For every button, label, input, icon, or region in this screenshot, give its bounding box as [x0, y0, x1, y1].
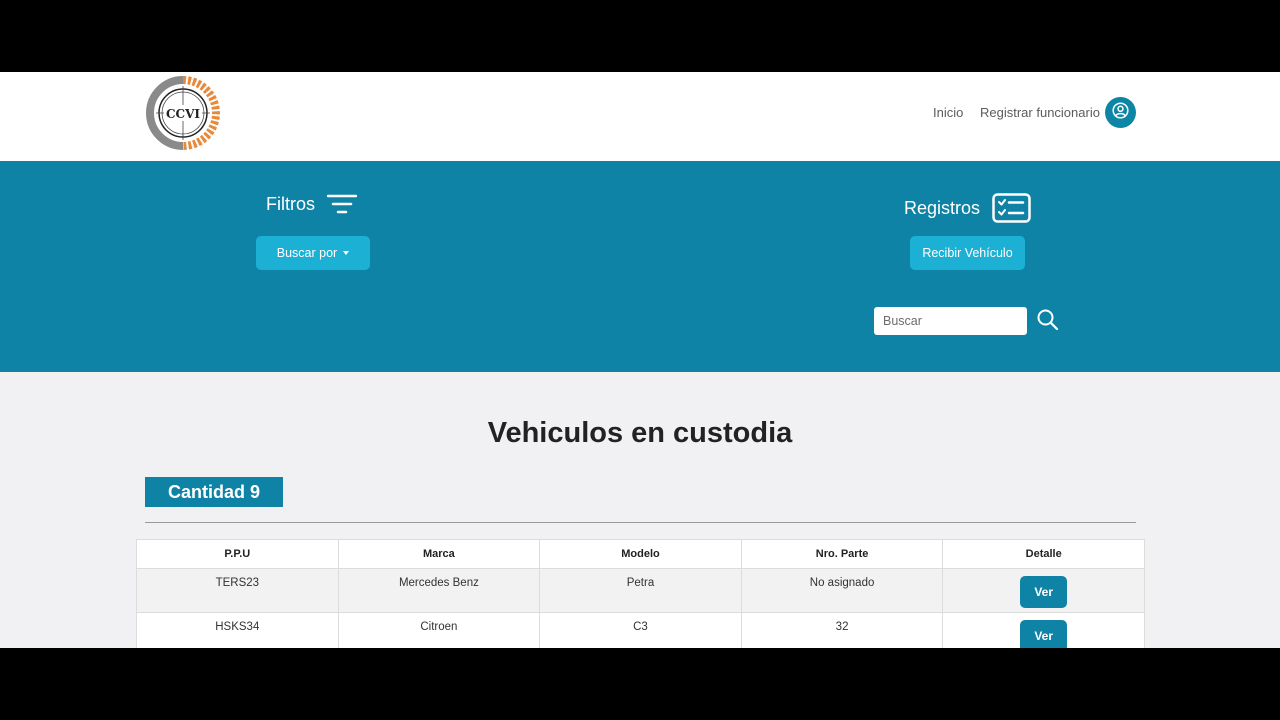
- logo-text: CCVI: [166, 107, 200, 121]
- vehicles-table: P.P.U Marca Modelo Nro. Parte Detalle TE…: [136, 539, 1145, 648]
- cell-modelo: C3: [539, 612, 742, 648]
- nav-link-registrar-funcionario[interactable]: Registrar funcionario: [980, 105, 1100, 120]
- buscar-por-dropdown-button[interactable]: Buscar por: [256, 236, 370, 270]
- checklist-icon: [992, 193, 1031, 223]
- cell-detalle: Ver: [942, 612, 1145, 648]
- table-row: TERS23 Mercedes Benz Petra No asignado V…: [136, 568, 1145, 613]
- column-header-modelo[interactable]: Modelo: [539, 539, 742, 569]
- search-icon[interactable]: [1036, 308, 1060, 332]
- user-circle-icon: [1112, 101, 1129, 124]
- cell-modelo: Petra: [539, 568, 742, 613]
- divider: [145, 522, 1136, 523]
- filtros-heading-label: Filtros: [266, 193, 315, 214]
- ver-detail-button[interactable]: Ver: [1020, 576, 1068, 608]
- table-row: HSKS34 Citroen C3 32 Ver: [136, 612, 1145, 648]
- actions-band: Filtros Buscar por Registros Recibir Veh…: [0, 161, 1280, 372]
- user-account-button[interactable]: [1105, 97, 1136, 128]
- recibir-vehiculo-button[interactable]: Recibir Vehículo: [910, 236, 1025, 270]
- caret-down-icon: [343, 251, 350, 255]
- registros-heading: Registros: [904, 193, 1031, 223]
- page-title: Vehiculos en custodia: [487, 417, 793, 449]
- cell-marca: Citroen: [337, 612, 541, 648]
- column-header-ppu[interactable]: P.P.U: [136, 539, 339, 569]
- column-header-nro-parte[interactable]: Nro. Parte: [740, 539, 944, 569]
- search-input[interactable]: [874, 307, 1027, 335]
- ccvi-logo[interactable]: CCVI: [146, 76, 220, 150]
- cell-nro-parte: 32: [740, 612, 944, 648]
- navbar: CCVI Inicio Registrar funcionario: [0, 72, 1280, 161]
- nav-link-inicio[interactable]: Inicio: [933, 105, 963, 120]
- app-viewport: CCVI Inicio Registrar funcionario Filtro…: [0, 72, 1280, 648]
- table-header-row: P.P.U Marca Modelo Nro. Parte Detalle: [136, 539, 1145, 569]
- cell-ppu: HSKS34: [136, 612, 339, 648]
- cell-nro-parte: No asignado: [740, 568, 944, 613]
- registros-heading-label: Registros: [904, 197, 981, 218]
- cell-detalle: Ver: [942, 568, 1145, 613]
- column-header-detalle[interactable]: Detalle: [942, 539, 1145, 569]
- column-header-marca[interactable]: Marca: [337, 539, 541, 569]
- filtros-heading: Filtros: [266, 193, 357, 215]
- cell-ppu: TERS23: [136, 568, 339, 613]
- cell-marca: Mercedes Benz: [337, 568, 541, 613]
- count-badge: Cantidad 9: [145, 477, 283, 507]
- buscar-por-label: Buscar por: [276, 246, 338, 260]
- filter-icon: [327, 194, 357, 214]
- ver-detail-button[interactable]: Ver: [1020, 620, 1068, 648]
